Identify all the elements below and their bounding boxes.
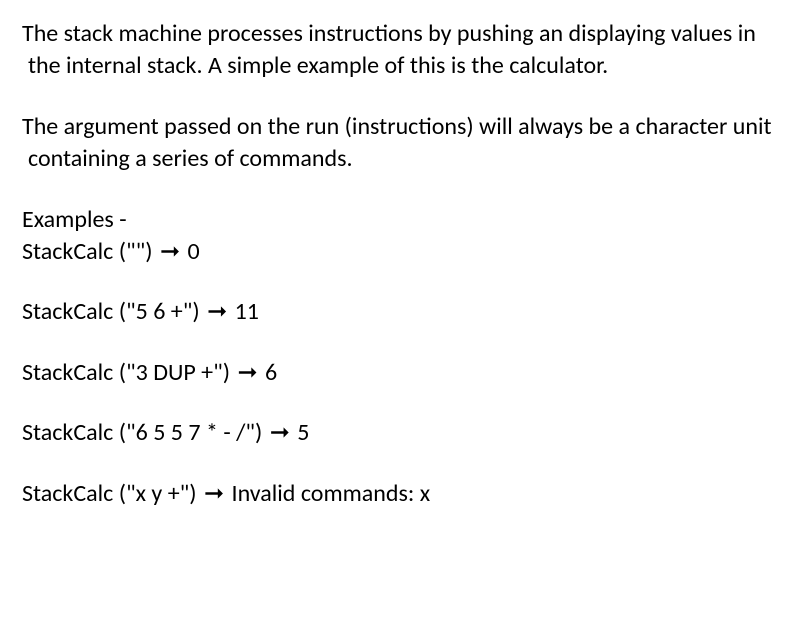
- example-result: 0: [187, 237, 199, 266]
- intro-paragraph-2: The argument passed on the run (instruct…: [22, 111, 787, 176]
- example-result: 11: [235, 297, 259, 326]
- example-call: StackCalc (""): [22, 237, 153, 266]
- example-item: Examples - StackCalc ("") ➞ 0: [22, 204, 787, 269]
- intro-paragraph-1: The stack machine processes instructions…: [22, 18, 787, 83]
- arrow-icon: ➞: [158, 236, 182, 268]
- arrow-icon: ➞: [205, 296, 229, 328]
- document-page: The stack machine processes instructions…: [0, 0, 807, 520]
- example-line: StackCalc ("6 5 5 7 * - /") ➞ 5: [22, 417, 787, 449]
- example-result: Invalid commands: x: [232, 479, 431, 508]
- example-call: StackCalc ("6 5 5 7 * - /"): [22, 418, 262, 447]
- example-item: StackCalc ("6 5 5 7 * - /") ➞ 5: [22, 417, 787, 449]
- example-call: StackCalc ("x y +"): [22, 479, 197, 508]
- example-line: StackCalc ("x y +") ➞ Invalid commands: …: [22, 478, 787, 510]
- example-call: StackCalc ("5 6 +"): [22, 297, 200, 326]
- example-item: StackCalc ("3 DUP +") ➞ 6: [22, 357, 787, 389]
- example-line: StackCalc ("") ➞ 0: [22, 236, 787, 268]
- example-item: StackCalc ("x y +") ➞ Invalid commands: …: [22, 478, 787, 510]
- example-item: StackCalc ("5 6 +") ➞ 11: [22, 296, 787, 328]
- example-result: 6: [265, 358, 277, 387]
- arrow-icon: ➞: [202, 478, 226, 510]
- examples-section: Examples - StackCalc ("") ➞ 0 StackCalc …: [22, 204, 787, 510]
- arrow-icon: ➞: [268, 417, 292, 449]
- example-line: StackCalc ("5 6 +") ➞ 11: [22, 296, 787, 328]
- example-call: StackCalc ("3 DUP +"): [22, 358, 230, 387]
- example-result: 5: [297, 418, 309, 447]
- example-line: StackCalc ("3 DUP +") ➞ 6: [22, 357, 787, 389]
- arrow-icon: ➞: [235, 357, 259, 389]
- examples-heading: Examples -: [22, 204, 787, 236]
